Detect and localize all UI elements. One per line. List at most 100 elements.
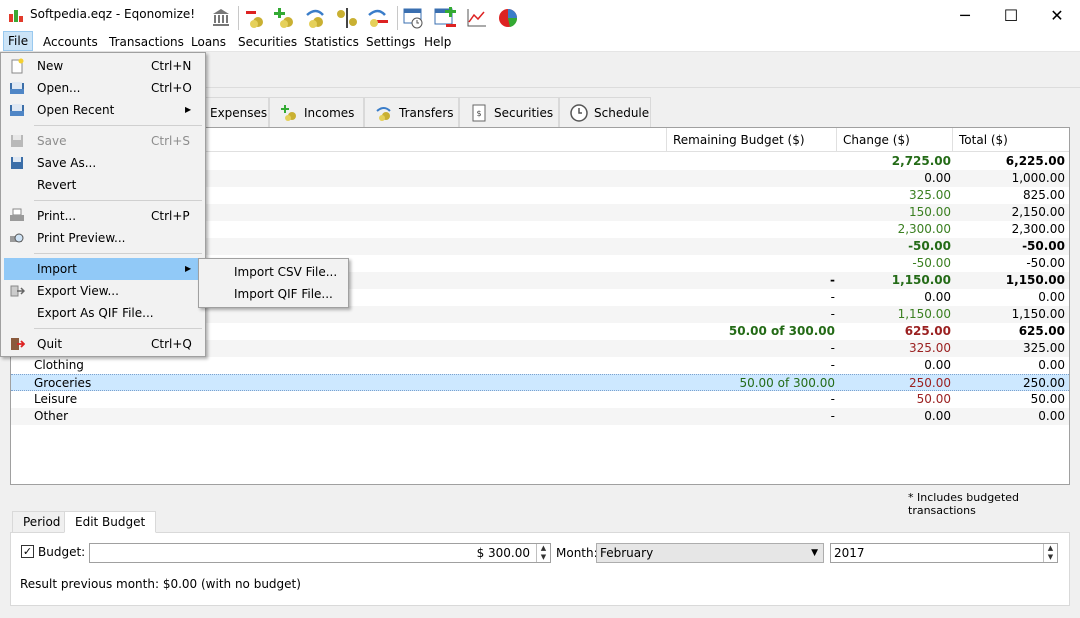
menu-item-import[interactable]: Import ▶ — [4, 258, 202, 280]
cell-change: 0.00 — [924, 171, 951, 185]
menu-item-label: New — [37, 59, 64, 73]
month-select[interactable]: February ▼ — [596, 543, 824, 563]
table-row[interactable]: Leisure - 50.00 50.00 — [11, 391, 1069, 408]
menu-securities[interactable]: Securities — [234, 33, 301, 51]
menu-item-revert[interactable]: Revert — [4, 174, 202, 196]
menu-file[interactable]: File — [3, 31, 34, 51]
cell-remaining-budget — [667, 204, 835, 221]
menu-item-label: Export View... — [37, 284, 119, 298]
submenu-arrow-icon: ▶ — [185, 105, 192, 114]
new-expense-icon[interactable] — [243, 5, 269, 31]
menu-item-export-qif[interactable]: Export As QIF File... — [4, 302, 202, 324]
pie-chart-icon[interactable] — [495, 5, 521, 31]
new-security-transaction-icon[interactable] — [365, 5, 391, 31]
tab-schedule[interactable]: Schedule — [559, 97, 651, 127]
cell-total: 825.00 — [1023, 188, 1065, 202]
menu-item-open-recent[interactable]: Open Recent ▶ — [4, 99, 202, 121]
cell-remaining-budget: - — [830, 307, 835, 321]
tab-edit-budget[interactable]: Edit Budget — [64, 511, 157, 533]
menu-item-export-view[interactable]: Export View... — [4, 280, 202, 302]
cell-category: Other — [34, 409, 69, 423]
header-remaining-budget[interactable]: Remaining Budget ($) — [667, 128, 837, 152]
cell-total: 6,225.00 — [1005, 154, 1065, 168]
cell-total: 1,150.00 — [1005, 273, 1065, 287]
save-as-icon — [11, 157, 23, 169]
menu-item-open[interactable]: Open... Ctrl+O — [4, 77, 202, 99]
result-previous-month: Result previous month: $0.00 (with no bu… — [20, 577, 301, 591]
cell-change: 250.00 — [909, 376, 951, 390]
table-row[interactable]: Other - 0.00 0.00 — [11, 408, 1069, 425]
menu-separator — [34, 200, 202, 201]
cell-change: 2,300.00 — [897, 222, 951, 236]
menu-statistics[interactable]: Statistics — [300, 33, 363, 51]
submenu-arrow-icon: ▶ — [185, 264, 192, 273]
budget-amount-spinner[interactable]: ▲ ▼ — [536, 544, 550, 562]
menu-item-print-preview[interactable]: Print Preview... — [4, 227, 202, 249]
new-file-icon — [11, 58, 24, 74]
menu-item-quit[interactable]: Quit Ctrl+Q — [4, 333, 202, 355]
year-input[interactable]: 2017 ▲ ▼ — [830, 543, 1058, 563]
year-spinner[interactable]: ▲ ▼ — [1043, 544, 1057, 562]
cell-remaining-budget — [667, 187, 835, 204]
header-change[interactable]: Change ($) — [837, 128, 953, 152]
cell-category: Leisure — [34, 392, 78, 406]
minimize-button[interactable]: ─ — [942, 0, 988, 30]
tab-period[interactable]: Period — [12, 511, 72, 533]
menu-settings[interactable]: Settings — [362, 33, 419, 51]
cell-remaining-budget: - — [830, 273, 835, 287]
menu-item-label: Quit — [37, 337, 63, 351]
menu-loans[interactable]: Loans — [187, 33, 230, 51]
cell-total: 1,000.00 — [1011, 171, 1065, 185]
tab-transfers[interactable]: Transfers — [364, 97, 459, 127]
schedule-table-icon[interactable] — [401, 5, 427, 31]
maximize-button[interactable]: ☐ — [988, 0, 1034, 30]
cell-change: 2,725.00 — [891, 154, 951, 168]
menu-item-import-qif[interactable]: Import QIF File... — [201, 283, 347, 305]
header-total[interactable]: Total ($) — [953, 128, 1069, 152]
split-transaction-icon[interactable] — [334, 5, 360, 31]
open-file-icon — [10, 82, 24, 94]
table-row[interactable]: Clothing - 0.00 0.00 — [11, 357, 1069, 374]
budget-amount-input[interactable]: $ 300.00 ▲ ▼ — [89, 543, 551, 563]
cell-change: 325.00 — [909, 188, 951, 202]
menu-item-shortcut: Ctrl+N — [151, 59, 192, 73]
menu-transactions[interactable]: Transactions — [105, 33, 188, 51]
budget-amount-value: $ 300.00 — [476, 546, 530, 560]
tab-incomes[interactable]: Incomes — [269, 97, 364, 127]
close-button[interactable]: ✕ — [1034, 0, 1080, 30]
toolbar-separator — [397, 6, 398, 30]
tab-securities[interactable]: $ Securities — [459, 97, 559, 127]
cell-remaining-budget: - — [830, 290, 835, 304]
cell-change: 150.00 — [909, 205, 951, 219]
toolbar-separator — [238, 6, 239, 30]
menu-item-shortcut: Ctrl+Q — [151, 337, 192, 351]
table-row[interactable]: Groceries 50.00 of 300.00 250.00 250.00 — [11, 374, 1069, 391]
menu-item-new[interactable]: New Ctrl+N — [4, 55, 202, 77]
open-recent-icon — [10, 104, 24, 116]
menu-item-label: Print Preview... — [37, 231, 126, 245]
cell-remaining-budget — [667, 255, 835, 272]
menu-item-save-as[interactable]: Save As... — [4, 152, 202, 174]
bank-icon[interactable] — [208, 5, 234, 31]
menu-help[interactable]: Help — [420, 33, 455, 51]
add-budget-table-icon[interactable] — [432, 5, 458, 31]
menu-item-shortcut: Ctrl+S — [151, 134, 191, 148]
line-chart-icon[interactable] — [464, 5, 490, 31]
menu-accounts[interactable]: Accounts — [39, 33, 102, 51]
menu-item-save[interactable]: Save Ctrl+S — [4, 130, 202, 152]
cell-total: 0.00 — [1038, 409, 1065, 423]
cell-total: 325.00 — [1023, 341, 1065, 355]
tab-expenses[interactable]: Expenses — [204, 97, 269, 127]
app-logo-icon — [9, 10, 23, 22]
menu-separator — [34, 253, 202, 254]
new-transfer-icon[interactable] — [303, 5, 329, 31]
svg-text:$: $ — [476, 109, 481, 118]
menu-item-print[interactable]: Print... Ctrl+P — [4, 205, 202, 227]
budget-checkbox[interactable]: ✓ — [21, 545, 34, 558]
new-income-icon[interactable] — [272, 5, 298, 31]
cell-total: 1,150.00 — [1011, 307, 1065, 321]
cell-remaining-budget: - — [830, 409, 835, 423]
cell-total: 625.00 — [1018, 324, 1065, 338]
cell-total: 0.00 — [1038, 358, 1065, 372]
menu-item-import-csv[interactable]: Import CSV File... — [201, 261, 347, 283]
